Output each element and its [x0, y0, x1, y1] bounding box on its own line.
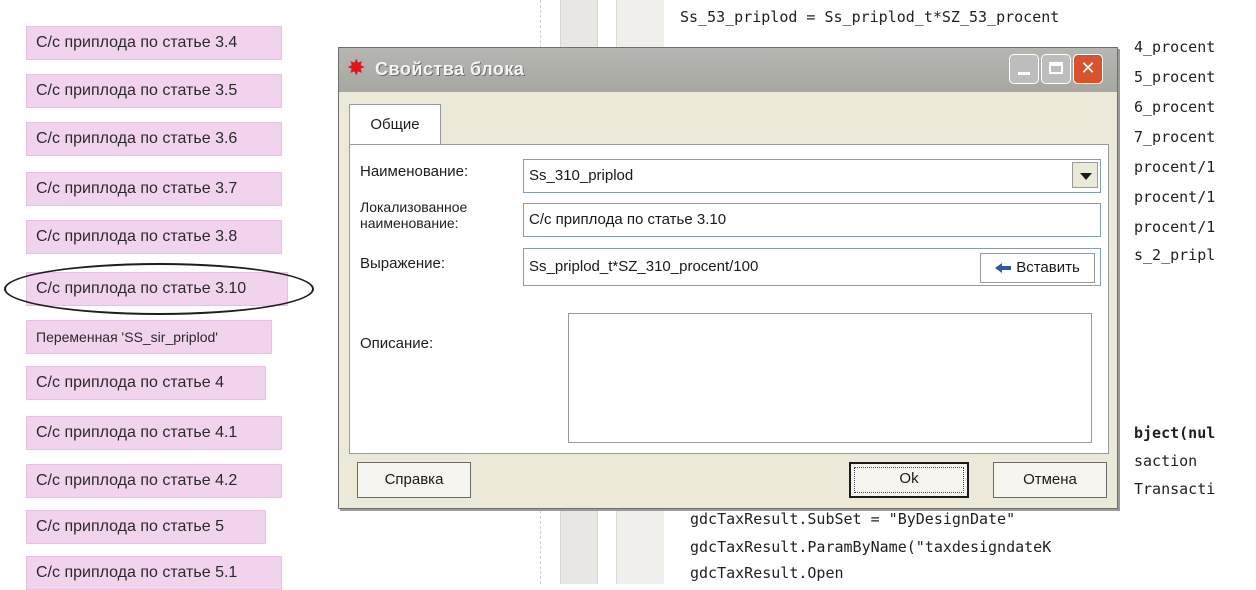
star-burst-icon: ✸ — [347, 56, 366, 81]
cancel-button-label: Отмена — [1023, 471, 1077, 488]
tab-strip: Общие — [349, 104, 1109, 144]
minimize-button[interactable] — [1009, 54, 1039, 84]
name-label: Наименование: — [360, 163, 469, 180]
localized-name-label-line1: Локализованное — [360, 199, 468, 215]
code-line: Transacti — [1134, 480, 1216, 498]
block-item[interactable]: С/с приплода по статье 3.4 — [26, 26, 282, 60]
name-value: Ss_310_priplod — [529, 167, 634, 184]
insert-button-label: Вставить — [1016, 259, 1080, 276]
block-item[interactable]: С/с приплода по статье 5.1 — [26, 556, 282, 590]
dialog-title: Свойства блока — [375, 59, 525, 79]
minimize-icon — [1010, 55, 1038, 83]
code-line: gdcTaxResult.SubSet = "ByDesignDate" — [690, 510, 1016, 528]
description-textarea[interactable] — [568, 313, 1092, 443]
expression-value: Ss_priplod_t*SZ_310_procent/100 — [529, 258, 759, 275]
close-button[interactable]: ✕ — [1073, 54, 1103, 84]
block-properties-dialog: ✸ Свойства блока ✕ Общие Наименование: S… — [338, 47, 1118, 509]
insert-button[interactable]: Вставить — [980, 253, 1095, 283]
help-button-label: Справка — [384, 471, 444, 488]
code-line: 5_procent — [1134, 68, 1216, 86]
tab-panel-general: Наименование: Ss_310_priplod Локализован… — [349, 144, 1109, 454]
cancel-button[interactable]: Отмена — [993, 462, 1107, 498]
code-line: procent/1 — [1134, 218, 1216, 236]
help-button[interactable]: Справка — [357, 462, 471, 498]
block-item[interactable]: С/с приплода по статье 4.2 — [26, 464, 282, 498]
localized-name-input[interactable]: С/с приплода по статье 3.10 — [523, 203, 1101, 237]
block-item[interactable]: С/с приплода по статье 5 — [26, 510, 266, 544]
block-item-variable[interactable]: Переменная 'SS_sir_priplod' — [26, 320, 272, 354]
block-item[interactable]: С/с приплода по статье 4.1 — [26, 416, 282, 450]
code-line: gdcTaxResult.Open — [690, 564, 844, 582]
code-line: 7_procent — [1134, 128, 1216, 146]
description-label: Описание: — [360, 335, 434, 352]
code-line: 6_procent — [1134, 98, 1216, 116]
name-combobox[interactable]: Ss_310_priplod — [523, 159, 1101, 193]
localized-name-label-line2: наименование: — [360, 215, 459, 231]
block-item[interactable]: С/с приплода по статье 3.7 — [26, 172, 282, 206]
chevron-down-icon[interactable] — [1072, 162, 1098, 188]
code-line: procent/1 — [1134, 188, 1216, 206]
tab-general[interactable]: Общие — [349, 104, 441, 144]
code-line: Ss_53_priplod = Ss_priplod_t*SZ_53_proce… — [680, 8, 1060, 26]
maximize-button[interactable] — [1041, 54, 1071, 84]
selection-ellipse — [4, 263, 314, 315]
expression-label: Выражение: — [360, 255, 446, 272]
maximize-icon — [1042, 55, 1070, 83]
ok-button[interactable]: Ok — [849, 462, 969, 498]
arrow-left-icon — [995, 262, 1012, 274]
dialog-titlebar[interactable]: ✸ Свойства блока ✕ — [339, 48, 1117, 92]
localized-name-value: С/с приплода по статье 3.10 — [529, 211, 727, 228]
block-item[interactable]: С/с приплода по статье 4 — [26, 366, 266, 400]
code-line: saction — [1134, 452, 1198, 470]
code-line: 4_procent — [1134, 38, 1216, 56]
block-item[interactable]: С/с приплода по статье 3.6 — [26, 122, 282, 156]
close-icon: ✕ — [1080, 58, 1096, 79]
block-item[interactable]: С/с приплода по статье 3.5 — [26, 74, 282, 108]
code-line: s_2_pripl — [1134, 246, 1216, 264]
block-item[interactable]: С/с приплода по статье 3.8 — [26, 220, 282, 254]
ok-button-label: Ok — [899, 470, 919, 487]
code-line: gdcTaxResult.ParamByName("taxdesigndateK — [690, 538, 1052, 556]
code-line: bject(nul — [1134, 424, 1216, 442]
code-line: procent/1 — [1134, 158, 1216, 176]
